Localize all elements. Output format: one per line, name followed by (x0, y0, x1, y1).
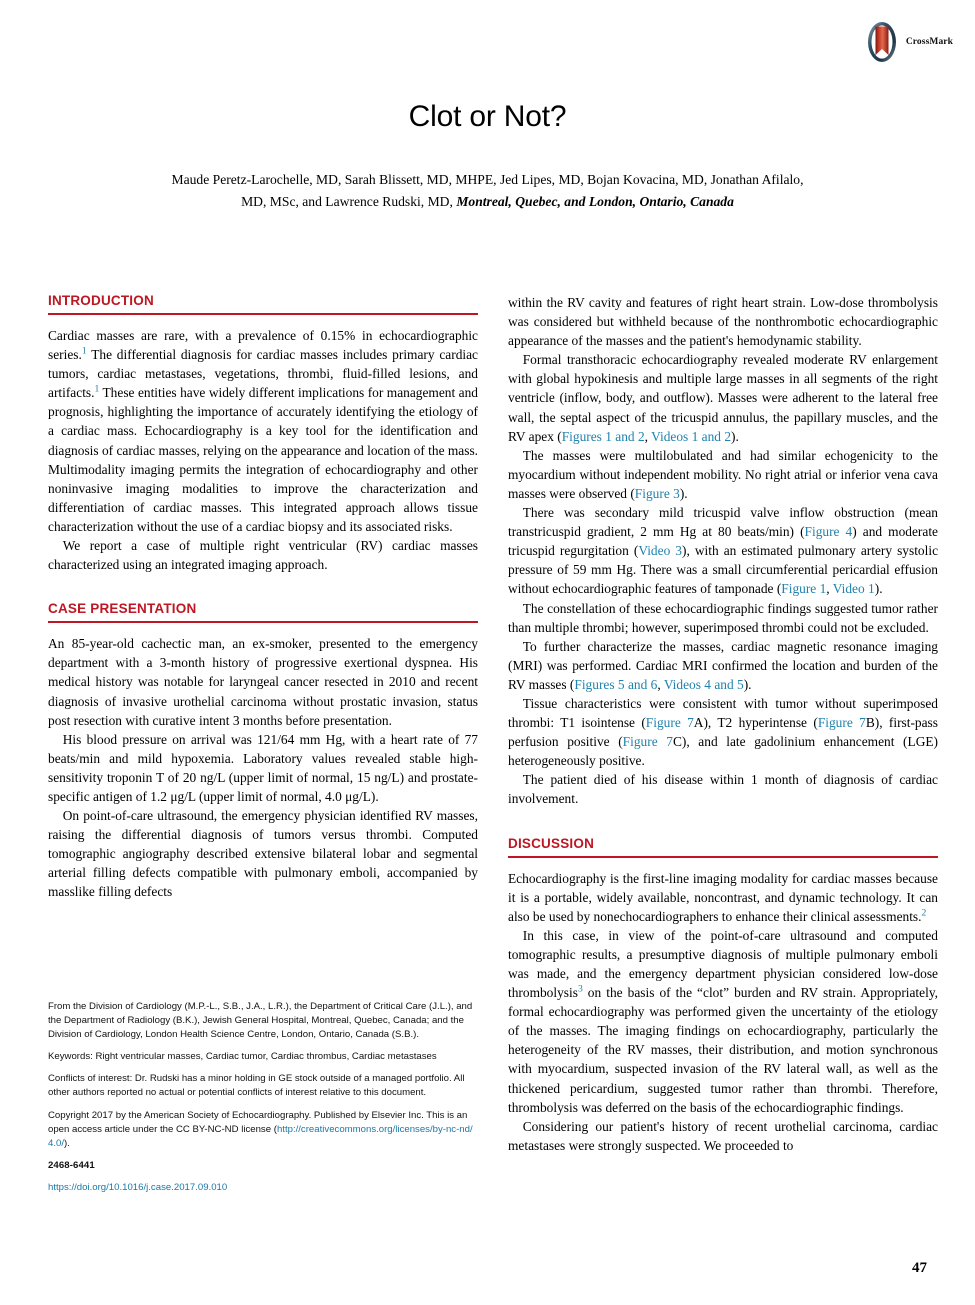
section-heading-introduction: INTRODUCTION (48, 293, 154, 308)
citation-marker[interactable]: 3 (578, 984, 583, 995)
citation-marker[interactable]: 1 (82, 346, 87, 357)
paragraph: The masses were multilobulated and had s… (508, 447, 938, 501)
figure-link[interactable]: Figures 5 and 6 (574, 677, 657, 692)
paragraph: There was secondary mild tricuspid valve… (508, 505, 939, 597)
footnote-affiliations: From the Division of Cardiology (M.P.-L.… (48, 1001, 473, 1041)
footnote-keywords: Keywords: Right ventricular masses, Card… (48, 1051, 437, 1063)
page-number: 47 (912, 1260, 927, 1276)
footnotes-block: From the Division of Cardiology (M.P.-L.… (48, 1000, 480, 1203)
video-link[interactable]: Video 3 (638, 543, 682, 558)
paragraph: To further characterize the masses, card… (508, 638, 938, 692)
paragraph: Considering our patient's history of rec… (508, 1118, 938, 1153)
crossmark-icon (862, 20, 902, 64)
masthead: CrossMark Clot or Not? Maude Peretz-Laro… (0, 0, 975, 213)
figure-link[interactable]: Figure 7 (623, 734, 673, 749)
citation-marker[interactable]: 1 (94, 384, 99, 395)
author-list: Maude Peretz-Larochelle, MD, Sarah Bliss… (163, 169, 813, 213)
citation-marker[interactable]: 2 (921, 907, 926, 918)
paragraph: An 85-year-old cachectic man, an ex-smok… (48, 636, 478, 728)
paragraph: Tissue characteristics were consistent w… (508, 695, 938, 769)
video-link[interactable]: Videos 1 and 2 (651, 429, 731, 444)
section-rule (48, 621, 478, 624)
section-introduction: INTRODUCTION Cardiac masses are rare, wi… (48, 293, 478, 574)
paragraph: The patient died of his disease within 1… (508, 772, 938, 807)
figure-link[interactable]: Figures 1 and 2 (562, 429, 645, 444)
section-discussion: DISCUSSION Echocardiography is the first… (508, 836, 938, 1155)
page-title: Clot or Not? (408, 100, 567, 133)
figure-link[interactable]: Figure 7 (818, 715, 866, 730)
figure-link[interactable]: Figure 1 (781, 581, 826, 596)
crossmark-label: CrossMark (905, 37, 953, 47)
paragraph: We report a case of multiple right ventr… (48, 538, 478, 573)
section-heading-case-presentation: CASE PRESENTATION (48, 601, 197, 617)
section-heading-discussion: DISCUSSION (508, 835, 595, 851)
footnote-conflicts: Conflicts of interest: Dr. Rudski has a … (48, 1073, 465, 1099)
issn: 2468-6441 (48, 1159, 95, 1171)
doi-line: https://doi.org/10.1016/j.case.2017.09.0… (48, 1181, 480, 1195)
figure-link[interactable]: Figure 7 (646, 715, 694, 730)
paragraph: The constellation of these echocardiogra… (508, 600, 938, 635)
paragraph: Cardiac masses are rare, with a prevalen… (48, 328, 478, 534)
paragraph: On point-of-care ultrasound, the emergen… (48, 808, 478, 900)
video-link[interactable]: Videos 4 and 5 (664, 677, 744, 692)
figure-link[interactable]: Figure 3 (635, 486, 680, 501)
section-case-presentation-continued: within the RV cavity and features of rig… (508, 293, 938, 809)
doi-link[interactable]: https://doi.org/10.1016/j.case.2017.09.0… (48, 1182, 227, 1193)
crossmark-badge-group[interactable]: CrossMark (862, 20, 953, 64)
section-case-presentation: CASE PRESENTATION An 85-year-old cachect… (48, 601, 478, 901)
figure-link[interactable]: Figure 4 (805, 524, 853, 539)
section-rule (508, 855, 938, 858)
paragraph: In this case, in view of the point-of-ca… (508, 927, 938, 1115)
right-column: within the RV cavity and features of rig… (508, 293, 938, 1155)
video-link[interactable]: Video 1 (833, 581, 875, 596)
paragraph: Formal transthoracic echocardiography re… (508, 352, 938, 444)
author-affiliation-cities: Montreal, Quebec, and London, Ontario, C… (456, 194, 734, 210)
footnote-copyright: Copyright 2017 by the American Society o… (48, 1109, 480, 1151)
copyright-suffix: ). (64, 1137, 70, 1149)
article-page: CrossMark Clot or Not? Maude Peretz-Laro… (0, 0, 975, 1305)
section-rule (48, 313, 478, 315)
paragraph: within the RV cavity and features of rig… (508, 295, 938, 349)
paragraph: Echocardiography is the first-line imagi… (508, 870, 938, 924)
paragraph: His blood pressure on arrival was 121/64… (48, 731, 478, 804)
